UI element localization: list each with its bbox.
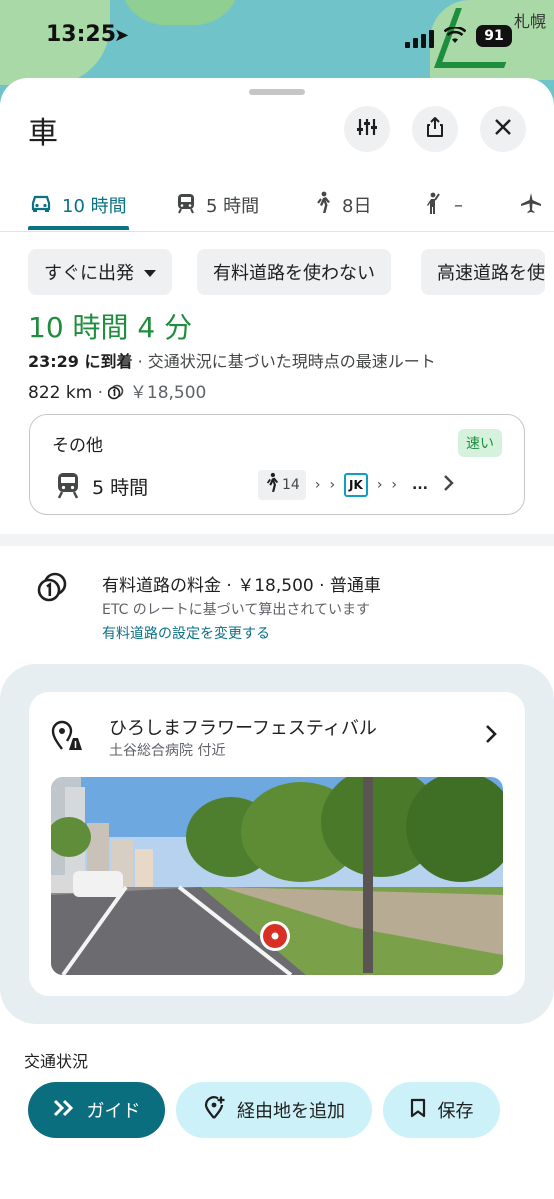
double-chevron-icon bbox=[53, 1099, 75, 1122]
travel-mode-tabs: 10 時間 5 時間 8日 – bbox=[0, 178, 554, 232]
event-title: ひろしまフラワーフェスティバル bbox=[109, 718, 377, 739]
walking-icon bbox=[314, 191, 332, 220]
tab-flight[interactable] bbox=[520, 178, 542, 232]
chip-label: すぐに出発 bbox=[44, 263, 134, 284]
dropdown-arrow-icon bbox=[144, 262, 156, 283]
chip-label: 高速道路を使 bbox=[437, 263, 545, 284]
train-icon bbox=[176, 192, 196, 219]
traffic-heading: 交通状況 bbox=[24, 1052, 89, 1071]
chevron-right-icon: › bbox=[391, 477, 398, 493]
fast-badge: 速い bbox=[458, 429, 502, 457]
alt-card-title: その他 bbox=[52, 436, 103, 456]
status-time: 13:25 bbox=[46, 22, 117, 47]
event-section: ひろしまフラワーフェスティバル 土谷総合病院 付近 bbox=[0, 664, 554, 1024]
route-toll-price: ￥18,500 bbox=[129, 383, 207, 403]
alt-route-steps: 14 › › JK › › ... bbox=[258, 470, 455, 500]
share-button[interactable] bbox=[412, 106, 458, 152]
event-subtitle: 土谷総合病院 付近 bbox=[109, 743, 226, 759]
chevron-right-icon: › bbox=[376, 477, 383, 493]
toll-subtitle: ETC のレートに基づいて算出されています bbox=[102, 602, 370, 618]
page-title: 車 bbox=[28, 116, 58, 151]
guide-label: ガイド bbox=[86, 1101, 141, 1122]
hail-person-icon bbox=[424, 191, 444, 220]
route-options-button[interactable] bbox=[344, 106, 390, 152]
chip-label: 有料道路を使わない bbox=[213, 263, 375, 284]
more-steps: ... bbox=[412, 477, 428, 493]
arrival-info: 23:29 に到着 · 交通状況に基づいた現時点の最速ルート bbox=[28, 348, 436, 372]
line-badge: JK bbox=[344, 473, 368, 497]
directions-sheet: 車 10 時間 5 時間 8日 – すぐに出発 有料道路を使わない 高速道路を使… bbox=[0, 78, 554, 1199]
route-note: · 交通状況に基づいた現時点の最速ルート bbox=[132, 352, 436, 371]
sliders-icon bbox=[356, 116, 378, 142]
bookmark-icon bbox=[410, 1098, 426, 1123]
close-button[interactable] bbox=[480, 106, 526, 152]
toll-coin-icon bbox=[108, 383, 129, 403]
add-stop-button[interactable]: 経由地を追加 bbox=[176, 1082, 372, 1138]
wifi-icon bbox=[443, 25, 467, 50]
close-icon bbox=[493, 117, 513, 141]
tab-car[interactable]: 10 時間 bbox=[30, 178, 127, 232]
tab-label: 10 時間 bbox=[62, 196, 127, 217]
route-duration: 10 時間 4 分 bbox=[28, 311, 193, 344]
tab-ride-hail[interactable]: – bbox=[424, 178, 463, 232]
avoid-highways-chip[interactable]: 高速道路を使 bbox=[421, 249, 545, 295]
add-stop-label: 経由地を追加 bbox=[237, 1101, 345, 1122]
walk-step: 14 bbox=[258, 470, 306, 500]
tab-label: – bbox=[454, 194, 463, 216]
walk-minutes: 14 bbox=[282, 477, 300, 493]
distance-info: 822 km · ￥18,500 bbox=[28, 383, 207, 403]
alternative-route-card[interactable]: その他 速い 5 時間 14 › › JK › › ... bbox=[29, 414, 525, 515]
guide-button[interactable]: ガイド bbox=[28, 1082, 165, 1138]
tab-label: 8日 bbox=[342, 196, 372, 217]
street-view-image[interactable] bbox=[51, 777, 503, 975]
airplane-icon bbox=[520, 192, 542, 219]
avoid-tolls-chip[interactable]: 有料道路を使わない bbox=[197, 249, 391, 295]
save-button[interactable]: 保存 bbox=[383, 1082, 500, 1138]
tab-transit[interactable]: 5 時間 bbox=[176, 178, 259, 232]
arrival-time: 23:29 に到着 bbox=[28, 352, 133, 371]
walking-icon bbox=[264, 472, 280, 498]
toll-icon bbox=[36, 572, 68, 606]
section-divider bbox=[0, 534, 554, 546]
alt-route-time: 5 時間 bbox=[92, 477, 149, 499]
active-tab-indicator bbox=[28, 226, 129, 230]
tab-walk[interactable]: 8日 bbox=[314, 178, 371, 232]
status-bar: 13:25 ➤ 91 bbox=[0, 22, 554, 54]
chevron-right-icon: › bbox=[314, 477, 321, 493]
signal-icon bbox=[405, 28, 435, 48]
tab-label: 5 時間 bbox=[206, 196, 260, 217]
save-label: 保存 bbox=[437, 1101, 474, 1122]
toll-title: 有料道路の料金 · ￥18,500 · 普通車 bbox=[102, 576, 381, 596]
train-icon bbox=[56, 471, 80, 503]
chevron-right-icon bbox=[443, 474, 455, 496]
car-icon bbox=[30, 193, 52, 218]
battery-indicator: 91 bbox=[476, 25, 512, 47]
share-icon bbox=[424, 116, 446, 142]
chevron-right-icon bbox=[485, 724, 497, 748]
event-card[interactable]: ひろしまフラワーフェスティバル 土谷総合病院 付近 bbox=[29, 692, 525, 996]
toll-settings-link[interactable]: 有料道路の設定を変更する bbox=[102, 623, 270, 643]
drag-handle[interactable] bbox=[249, 89, 305, 95]
add-location-icon bbox=[203, 1095, 225, 1125]
chevron-right-icon: › bbox=[329, 477, 336, 493]
location-arrow-icon: ➤ bbox=[114, 25, 130, 46]
depart-time-chip[interactable]: すぐに出発 bbox=[28, 249, 172, 295]
event-location-icon bbox=[51, 720, 85, 756]
route-distance: 822 km bbox=[28, 383, 93, 403]
